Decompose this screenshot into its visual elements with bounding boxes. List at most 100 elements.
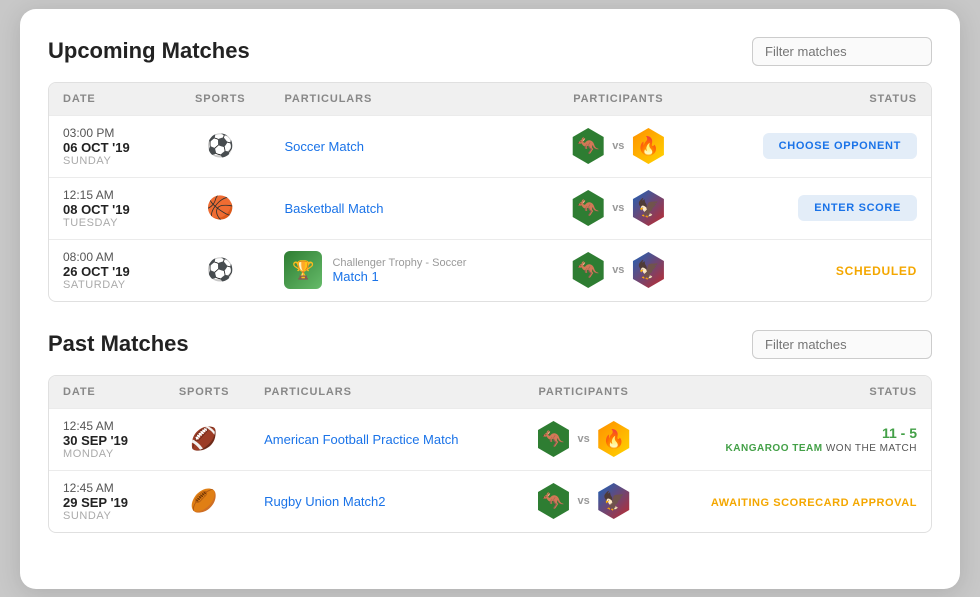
scheduled-status: SCHEDULED xyxy=(836,264,917,278)
col-particulars-upcoming: PARTICULARS xyxy=(270,83,538,116)
participant1-avatar: 🦘 xyxy=(570,252,606,288)
col-participants-upcoming: PARTICIPANTS xyxy=(539,83,698,116)
day-label: SUNDAY xyxy=(63,155,156,167)
soccer-icon: ⚽ xyxy=(207,257,234,282)
col-status-upcoming: STATUS xyxy=(698,83,931,116)
sport-icon-cell: ⚽ xyxy=(170,239,270,301)
past-header: Past Matches xyxy=(48,330,932,359)
vs-label: vs xyxy=(577,495,589,507)
participant2-avatar: 🔥 xyxy=(630,128,666,164)
upcoming-header: Upcoming Matches xyxy=(48,37,932,66)
basketball-icon: 🏀 xyxy=(207,195,234,220)
past-table: DATE SPORTS PARTICULARS PARTICIPANTS STA… xyxy=(49,376,931,532)
vs-label: vs xyxy=(612,264,624,276)
participant1-avatar: 🦘 xyxy=(535,483,571,519)
upcoming-table-wrap: DATE SPORTS PARTICULARS PARTICIPANTS STA… xyxy=(48,82,932,302)
upcoming-filter-input[interactable] xyxy=(752,37,932,66)
particulars-cell: American Football Practice Match xyxy=(250,408,511,470)
day-label: SUNDAY xyxy=(63,510,144,522)
table-row: 08:00 AM 26 OCT '19 SATURDAY ⚽ 🏆 Challen… xyxy=(49,239,931,301)
participants-cell: 🦘 vs 🔥 xyxy=(539,115,698,177)
time-label: 08:00 AM xyxy=(63,250,156,264)
past-table-wrap: DATE SPORTS PARTICULARS PARTICIPANTS STA… xyxy=(48,375,932,533)
day-label: MONDAY xyxy=(63,448,144,460)
soccer-icon: ⚽ xyxy=(207,133,234,158)
vs-label: vs xyxy=(612,140,624,152)
col-sports-upcoming: SPORTS xyxy=(170,83,270,116)
day-label: TUESDAY xyxy=(63,217,156,229)
col-particulars-past: PARTICULARS xyxy=(250,376,511,409)
col-date-past: DATE xyxy=(49,376,158,409)
particulars-info: Challenger Trophy - Soccer Match 1 xyxy=(332,257,466,284)
status-cell: 11 - 5 KANGAROO TEAM WON THE MATCH xyxy=(656,408,931,470)
sport-icon-cell: 🏉 xyxy=(158,470,250,532)
participants-cell: 🦘 vs 🔥 xyxy=(511,408,657,470)
table-row: 12:45 AM 30 SEP '19 MONDAY 🏈 American Fo… xyxy=(49,408,931,470)
participant1-avatar: 🦘 xyxy=(570,190,606,226)
past-title: Past Matches xyxy=(48,331,189,357)
match-link[interactable]: American Football Practice Match xyxy=(264,432,458,447)
match-link[interactable]: Match 1 xyxy=(332,269,378,284)
day-label: SATURDAY xyxy=(63,279,156,291)
upcoming-title: Upcoming Matches xyxy=(48,38,250,64)
participants-cell: 🦘 vs 🦅 xyxy=(511,470,657,532)
date-label: 30 SEP '19 xyxy=(63,433,144,448)
score-block: 11 - 5 KANGAROO TEAM WON THE MATCH xyxy=(670,425,917,454)
sport-icon-cell: 🏀 xyxy=(170,177,270,239)
status-cell: CHOOSE OPPONENT xyxy=(698,115,931,177)
enter-score-button[interactable]: ENTER SCORE xyxy=(798,195,917,221)
time-label: 12:45 AM xyxy=(63,419,144,433)
choose-opponent-button[interactable]: CHOOSE OPPONENT xyxy=(763,133,917,159)
date-cell: 03:00 PM 06 OCT '19 SUNDAY xyxy=(49,115,170,177)
match-link[interactable]: Rugby Union Match2 xyxy=(264,494,385,509)
participant2-avatar: 🦅 xyxy=(630,190,666,226)
upcoming-table: DATE SPORTS PARTICULARS PARTICIPANTS STA… xyxy=(49,83,931,301)
score-value: 11 - 5 xyxy=(882,425,917,441)
table-row: 12:15 AM 08 OCT '19 TUESDAY 🏀 Basketball… xyxy=(49,177,931,239)
main-card: Upcoming Matches DATE SPORTS PARTICULARS… xyxy=(20,9,960,589)
participants-cell: 🦘 vs 🦅 xyxy=(539,239,698,301)
status-cell: AWAITING SCORECARD APPROVAL xyxy=(656,470,931,532)
score-line: 11 - 5 xyxy=(670,425,917,441)
date-cell: 08:00 AM 26 OCT '19 SATURDAY xyxy=(49,239,170,301)
sport-icon-cell: 🏈 xyxy=(158,408,250,470)
date-label: 06 OCT '19 xyxy=(63,140,156,155)
date-label: 26 OCT '19 xyxy=(63,264,156,279)
participant2-avatar: 🔥 xyxy=(596,421,632,457)
particulars-cell: Rugby Union Match2 xyxy=(250,470,511,532)
date-cell: 12:45 AM 29 SEP '19 SUNDAY xyxy=(49,470,158,532)
date-cell: 12:15 AM 08 OCT '19 TUESDAY xyxy=(49,177,170,239)
match-link[interactable]: Basketball Match xyxy=(284,201,383,216)
particulars-sub: Challenger Trophy - Soccer xyxy=(332,257,466,269)
participant1-avatar: 🦘 xyxy=(570,128,606,164)
winner-team: KANGAROO TEAM xyxy=(726,443,823,454)
particulars-cell: Basketball Match xyxy=(270,177,538,239)
match-link[interactable]: Soccer Match xyxy=(284,139,363,154)
particulars-cell: 🏆 Challenger Trophy - Soccer Match 1 xyxy=(270,239,538,301)
american-football-icon: 🏈 xyxy=(190,426,217,451)
date-label: 08 OCT '19 xyxy=(63,202,156,217)
time-label: 03:00 PM xyxy=(63,126,156,140)
participants-cell: 🦘 vs 🦅 xyxy=(539,177,698,239)
col-sports-past: SPORTS xyxy=(158,376,250,409)
col-status-past: STATUS xyxy=(656,376,931,409)
participant1-avatar: 🦘 xyxy=(535,421,571,457)
col-participants-past: PARTICIPANTS xyxy=(511,376,657,409)
table-row: 03:00 PM 06 OCT '19 SUNDAY ⚽ Soccer Matc… xyxy=(49,115,931,177)
sport-icon-cell: ⚽ xyxy=(170,115,270,177)
particulars-cell: Soccer Match xyxy=(270,115,538,177)
status-cell: SCHEDULED xyxy=(698,239,931,301)
col-date-upcoming: DATE xyxy=(49,83,170,116)
vs-label: vs xyxy=(577,433,589,445)
past-table-header-row: DATE SPORTS PARTICULARS PARTICIPANTS STA… xyxy=(49,376,931,409)
date-label: 29 SEP '19 xyxy=(63,495,144,510)
vs-label: vs xyxy=(612,202,624,214)
date-cell: 12:45 AM 30 SEP '19 MONDAY xyxy=(49,408,158,470)
time-label: 12:45 AM xyxy=(63,481,144,495)
time-label: 12:15 AM xyxy=(63,188,156,202)
awaiting-status: AWAITING SCORECARD APPROVAL xyxy=(711,497,917,509)
past-filter-input[interactable] xyxy=(752,330,932,359)
upcoming-table-header-row: DATE SPORTS PARTICULARS PARTICIPANTS STA… xyxy=(49,83,931,116)
participant2-avatar: 🦅 xyxy=(596,483,632,519)
rugby-icon: 🏉 xyxy=(190,488,217,513)
